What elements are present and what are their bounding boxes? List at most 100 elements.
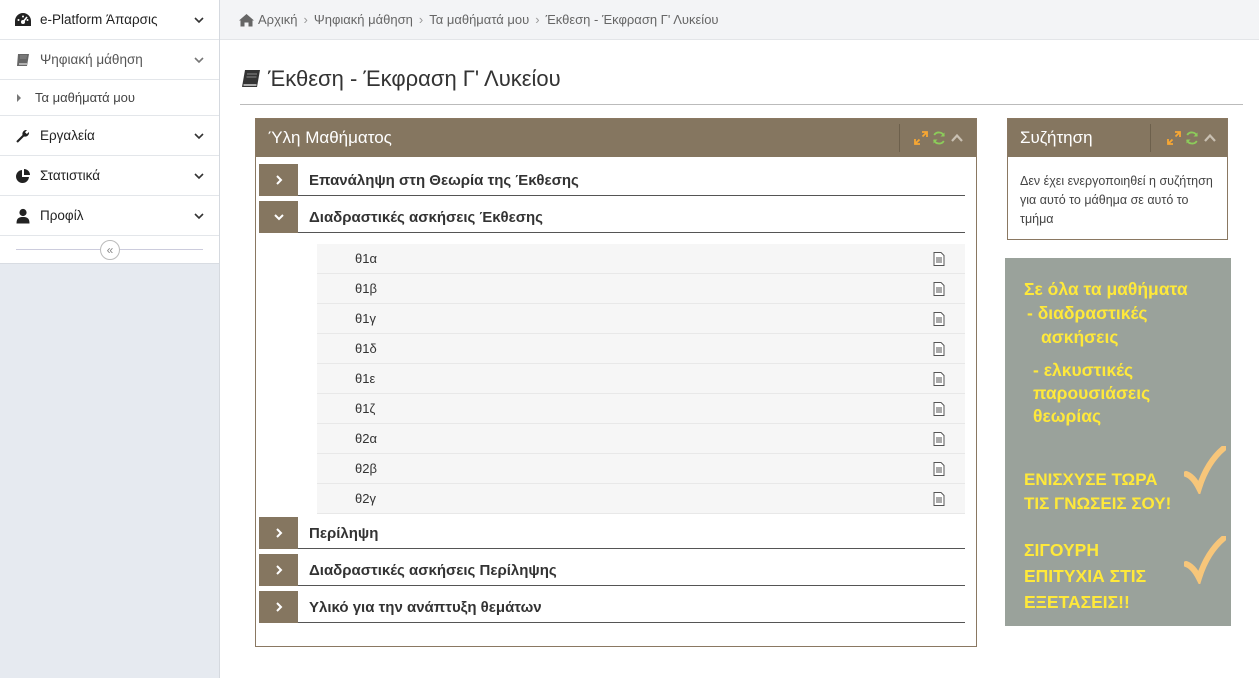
sidebar-collapse-button[interactable]: «	[100, 240, 120, 260]
discussion-title: Συζήτηση	[1020, 128, 1093, 147]
discussion-message: Δεν έχει ενεργοποιηθεί η συζήτηση για αυ…	[1020, 174, 1213, 226]
breadcrumb-separator: ›	[418, 12, 424, 27]
chevron-up-icon[interactable]	[1203, 131, 1217, 145]
section-theory-review[interactable]: Επανάληψη στη Θεωρία της Έκθεσης	[259, 164, 965, 196]
chevron-down-icon	[194, 172, 204, 179]
sidebar-item-e-platform[interactable]: e-Platform Άπαρσις	[0, 0, 219, 40]
sidebar-item-statistics[interactable]: Στατιστικά	[0, 156, 219, 196]
promo-cta: ΕΠΙΤΥΧΙΑ ΣΤΙΣ	[1024, 566, 1147, 586]
book-icon	[242, 70, 260, 87]
section-summary[interactable]: Περίληψη	[259, 517, 965, 549]
promo-banner[interactable]: Σε όλα τα μαθήματα - διαδραστικές ασκήσε…	[1005, 258, 1231, 626]
breadcrumb-home[interactable]: Αρχική	[238, 12, 298, 27]
sidebar-menu: e-Platform Άπαρσις Ψηφιακή μάθηση Τα μαθ…	[0, 0, 219, 264]
promo-bullet: - διαδραστικές	[1027, 303, 1148, 323]
document-icon	[933, 251, 945, 266]
sidebar-item-label: Ψηφιακή μάθηση	[40, 52, 143, 67]
breadcrumb: Αρχική › Ψηφιακή μάθηση › Τα μαθήματά μο…	[220, 0, 1259, 40]
chevron-right-icon[interactable]	[259, 164, 298, 196]
sidebar: e-Platform Άπαρσις Ψηφιακή μάθηση Τα μαθ…	[0, 0, 220, 678]
list-item[interactable]: θ1γ	[317, 304, 965, 334]
resource-name: θ1δ	[355, 341, 377, 356]
sidebar-item-tools[interactable]: Εργαλεία	[0, 116, 219, 156]
sidebar-item-label: Στατιστικά	[40, 168, 101, 183]
chevron-down-icon[interactable]	[259, 201, 298, 233]
section-title: Διαδραστικές ασκήσεις Περίληψης	[298, 554, 965, 586]
section-interactive-essay-exercises[interactable]: Διαδραστικές ασκήσεις Έκθεσης	[259, 201, 965, 233]
chevron-down-icon	[194, 16, 204, 23]
sidebar-item-label: Εργαλεία	[40, 128, 95, 143]
list-item[interactable]: θ1β	[317, 274, 965, 304]
resource-name: θ1α	[355, 251, 377, 266]
promo-bullet: ασκήσεις	[1041, 327, 1119, 347]
list-item[interactable]: θ1ε	[317, 364, 965, 394]
caret-right-icon	[17, 93, 21, 102]
list-item[interactable]: θ1δ	[317, 334, 965, 364]
sidebar-item-digital-learning[interactable]: Ψηφιακή μάθηση	[0, 40, 219, 80]
promo-bullet: θεωρίας	[1033, 406, 1102, 426]
resource-name: θ1ε	[355, 371, 376, 386]
resource-name: θ2γ	[355, 491, 376, 506]
expand-icon[interactable]	[914, 131, 928, 145]
document-icon	[933, 281, 945, 296]
document-icon	[933, 371, 945, 386]
expand-icon[interactable]	[1167, 131, 1181, 145]
chevron-up-icon[interactable]	[950, 131, 964, 145]
document-icon	[933, 401, 945, 416]
document-icon	[933, 461, 945, 476]
book-icon	[14, 51, 32, 69]
refresh-icon[interactable]	[1185, 131, 1199, 145]
list-item[interactable]: θ1α	[317, 244, 965, 274]
breadcrumb-separator: ›	[303, 12, 308, 27]
discussion-header: Συζήτηση	[1008, 119, 1227, 157]
document-icon	[933, 491, 945, 506]
list-item[interactable]: θ2α	[317, 424, 965, 454]
wrench-icon	[14, 127, 32, 145]
sidebar-item-label: e-Platform Άπαρσις	[40, 12, 158, 27]
breadcrumb-separator: ›	[535, 12, 540, 27]
refresh-icon[interactable]	[932, 131, 946, 145]
checkmark-icon	[1184, 446, 1226, 494]
promo-cta: ΕΝΙΣΧΥΣΕ ΤΩΡΑ	[1024, 470, 1158, 489]
document-icon	[933, 431, 945, 446]
section-topic-development-material[interactable]: Υλικό για την ανάπτυξη θεμάτων	[259, 591, 965, 623]
document-icon	[933, 311, 945, 326]
sidebar-subitem-my-courses[interactable]: Τα μαθήματά μου	[0, 80, 219, 116]
section-title: Διαδραστικές ασκήσεις Έκθεσης	[298, 201, 965, 233]
promo-cta: ΣΙΓΟΥΡΗ	[1024, 540, 1099, 560]
chevron-down-icon	[194, 56, 204, 63]
page-title: Έκθεση - Έκφραση Γ' Λυκείου	[240, 66, 561, 92]
list-item[interactable]: θ2β	[317, 454, 965, 484]
sidebar-item-profile[interactable]: Προφίλ	[0, 196, 219, 236]
sidebar-collapse-row: «	[0, 236, 219, 264]
chevron-down-icon	[194, 132, 204, 139]
chevron-down-icon	[194, 212, 204, 219]
breadcrumb-current[interactable]: Έκθεση - Έκφραση Γ' Λυκείου	[546, 12, 719, 27]
resource-name: θ1ζ	[355, 401, 376, 416]
sidebar-subitem-label: Τα μαθήματά μου	[35, 90, 136, 105]
course-material-title: Ύλη Μαθήματος	[268, 128, 392, 147]
title-divider	[240, 104, 1243, 105]
breadcrumb-my-courses[interactable]: Τα μαθήματά μου	[429, 12, 529, 27]
discussion-panel: Συζήτηση Δεν έχει ενεργοποιηθεί η συζήτη…	[1007, 118, 1228, 240]
list-item[interactable]: θ2γ	[317, 484, 965, 514]
dashboard-icon	[14, 11, 32, 29]
document-icon	[933, 341, 945, 356]
chevron-right-icon[interactable]	[259, 554, 298, 586]
chevron-right-icon[interactable]	[259, 517, 298, 549]
resource-list: θ1α θ1β θ1γ θ1δ θ1ε θ1ζ θ2α θ2β θ2γ	[317, 244, 965, 514]
course-material-panel: Ύλη Μαθήματος Επανάληψη στη Θεωρία της Έ…	[255, 118, 977, 647]
promo-bullet: παρουσιάσεις	[1033, 383, 1151, 403]
course-material-header: Ύλη Μαθήματος	[256, 119, 976, 157]
chevron-right-icon[interactable]	[259, 591, 298, 623]
section-title: Επανάληψη στη Θεωρία της Έκθεσης	[298, 164, 965, 196]
breadcrumb-digital-learning[interactable]: Ψηφιακή μάθηση	[314, 12, 413, 27]
promo-headline: Σε όλα τα μαθήματα	[1024, 279, 1188, 299]
resource-name: θ1β	[355, 281, 377, 296]
list-item[interactable]: θ1ζ	[317, 394, 965, 424]
sidebar-item-label: Προφίλ	[40, 208, 84, 223]
section-interactive-summary-exercises[interactable]: Διαδραστικές ασκήσεις Περίληψης	[259, 554, 965, 586]
breadcrumb-home-label: Αρχική	[258, 12, 298, 27]
promo-cta: ΕΞΕΤΑΣΕΙΣ!!	[1024, 592, 1130, 612]
pie-chart-icon	[14, 167, 32, 185]
